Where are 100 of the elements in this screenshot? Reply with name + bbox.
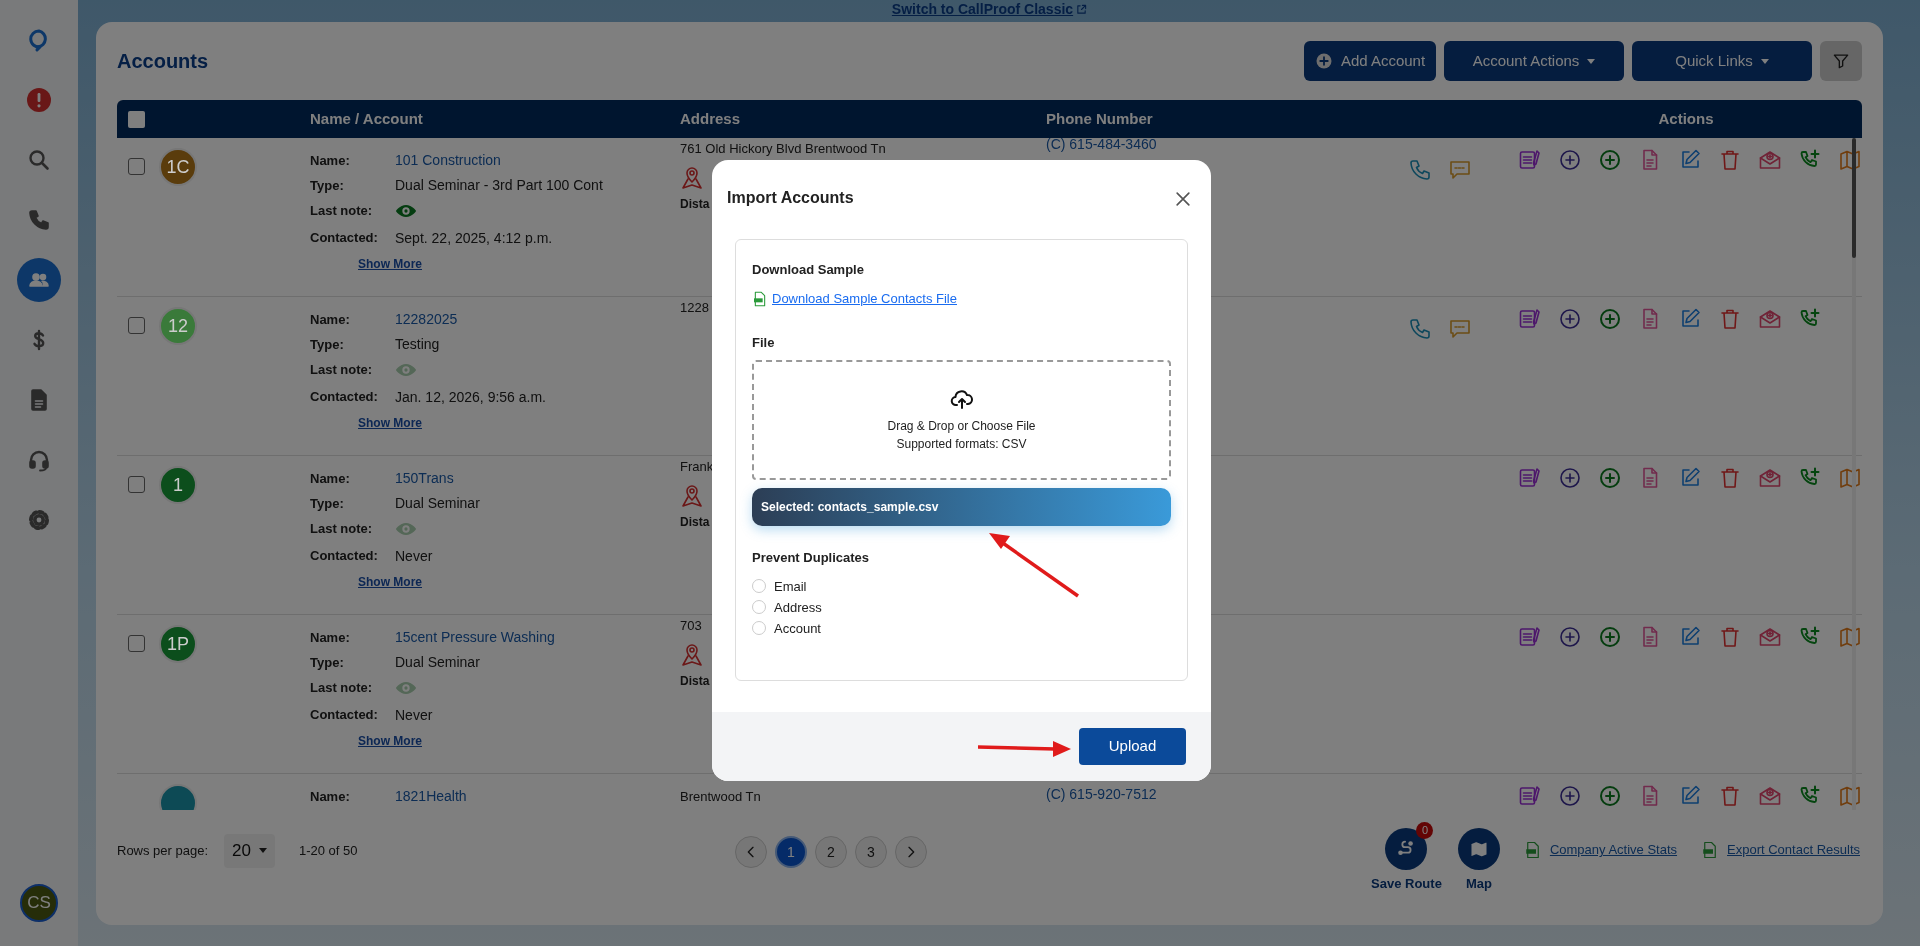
map-pin-icon[interactable] [680,483,704,509]
row-checkbox[interactable] [128,158,145,175]
call-icon[interactable] [1408,158,1432,182]
account-link[interactable]: 1821Health [395,786,467,807]
mail-icon[interactable] [1758,466,1782,490]
field-value: Jan. 12, 2026, 9:56 a.m. [395,387,546,407]
show-more-link[interactable]: Show More [358,575,422,589]
trash-icon[interactable] [1718,466,1742,490]
map-icon[interactable] [1838,784,1862,808]
field-label: Type: [310,494,345,513]
account-link[interactable]: 12282025 [395,309,458,330]
radio-label: Account [774,619,821,638]
show-more-link[interactable]: Show More [358,257,422,271]
plus-circle-icon[interactable] [1558,307,1582,331]
call-icon[interactable] [1408,317,1432,341]
row-checkbox[interactable] [128,317,145,334]
notepad-icon[interactable] [1518,466,1542,490]
column-header: Actions [1658,109,1714,127]
radio-button[interactable] [752,621,766,636]
select-all-checkbox[interactable] [128,110,145,128]
save-route-button[interactable] [1385,828,1428,870]
add-account-button[interactable]: Add Account [1304,41,1436,81]
filter-button[interactable] [1820,41,1862,81]
map-pin-icon[interactable] [680,165,704,191]
search-icon [27,148,51,172]
mail-icon[interactable] [1758,625,1782,649]
export-link[interactable]: Company Active Stats [1549,840,1678,860]
notepad-icon[interactable] [1518,625,1542,649]
field-label: Dista [680,195,710,213]
plus-circle-icon[interactable] [1598,148,1622,172]
phone-link[interactable]: (C) 615-920-7512 [1046,786,1157,802]
plus-circle-icon[interactable] [1598,784,1622,808]
page-button[interactable]: 1 [775,836,807,868]
trash-icon[interactable] [1718,307,1742,331]
map-button[interactable] [1457,828,1500,870]
plus-circle-icon[interactable] [1558,148,1582,172]
account-link[interactable]: 15cent Pressure Washing [395,627,555,648]
radio-label: Address [774,598,822,617]
map-icon[interactable] [1838,148,1862,172]
mail-icon[interactable] [1758,148,1782,172]
rows-select[interactable]: 20 [224,834,275,868]
dialog-title: Import Accounts [727,188,854,208]
download-link[interactable]: Download Sample Contacts File [772,289,957,309]
phone-icon [27,208,51,232]
section-heading: Prevent Duplicates [752,549,871,568]
notepad-icon[interactable] [1518,148,1542,172]
eye-icon[interactable] [395,361,417,378]
notepad-icon[interactable] [1518,784,1542,808]
plus-circle-icon[interactable] [1598,466,1622,490]
mail-icon[interactable] [1758,784,1782,808]
address-text: 761 Old Hickory Blvd Brentwood Tn [680,139,886,158]
column-header: Address [680,109,741,127]
row-checkbox[interactable] [128,476,145,493]
classic-link[interactable]: Switch to CallProof Classic [891,1,1074,17]
field-value: Testing [395,335,440,354]
field-label: Type: [310,176,345,195]
show-more-link[interactable]: Show More [358,734,422,748]
chat-icon[interactable] [1448,158,1472,182]
page-button[interactable]: 3 [855,836,887,868]
button-label: Map [1465,875,1492,893]
plus-circle-icon[interactable] [1598,307,1622,331]
show-more-link[interactable]: Show More [358,416,422,430]
next-page-button[interactable] [895,836,927,868]
plus-circle-icon[interactable] [1558,625,1582,649]
user-avatar[interactable]: CS [20,884,58,922]
sidebar-item[interactable] [17,258,61,302]
dropdown-button[interactable]: Quick Links [1632,41,1812,81]
account-link[interactable]: 101 Construction [395,150,501,171]
plus-circle-icon[interactable] [1558,784,1582,808]
chat-icon[interactable] [1448,317,1472,341]
eye-icon[interactable] [395,202,417,219]
radio-button[interactable] [752,600,766,615]
upload-button[interactable]: Upload [1079,728,1186,766]
map-pin-icon[interactable] [680,642,704,668]
trash-icon[interactable] [1718,148,1742,172]
notepad-icon[interactable] [1518,307,1542,331]
map-icon[interactable] [1838,625,1862,649]
plus-circle-icon[interactable] [1598,625,1622,649]
export-link[interactable]: Export Contact Results [1727,840,1860,860]
caret-icon [259,848,267,854]
page-button[interactable]: 2 [815,836,847,868]
eye-icon[interactable] [395,679,417,696]
trash-icon[interactable] [1718,784,1742,808]
phone-link[interactable]: (C) 615-484-3460 [1046,138,1157,152]
map-icon[interactable] [1838,466,1862,490]
column-header: Phone Number [1046,109,1153,127]
radio-button[interactable] [752,579,766,594]
dropdown-button[interactable]: Account Actions [1444,41,1624,81]
eye-icon[interactable] [395,520,417,537]
row-checkbox[interactable] [128,635,145,652]
caret-icon [1587,58,1596,64]
field-label: Last note: [310,519,374,538]
page-range: 1-20 of 50 [299,842,358,860]
file-drop-zone[interactable]: Drag & Drop or Choose File Supported formats: CSV [752,360,1171,481]
plus-circle-icon[interactable] [1558,466,1582,490]
trash-icon[interactable] [1718,625,1742,649]
previous-page-button[interactable] [735,836,767,868]
selected-file-banner: Selected: contacts_sample.csv [752,488,1171,527]
account-link[interactable]: 150Trans [395,468,454,489]
mail-icon[interactable] [1758,307,1782,331]
